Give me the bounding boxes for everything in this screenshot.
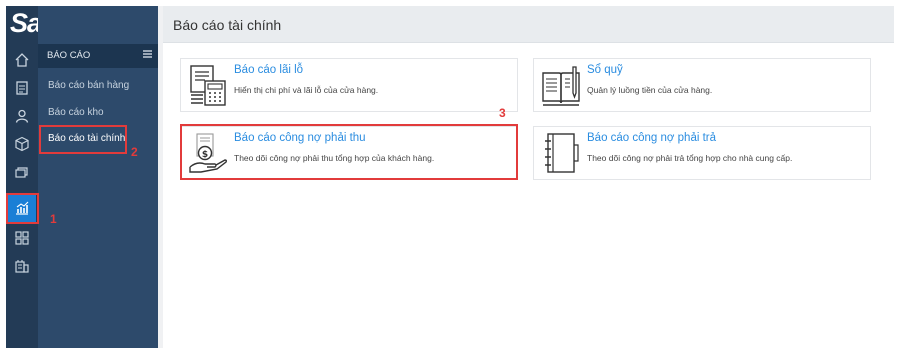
card-title[interactable]: Sổ quỹ (587, 64, 623, 76)
apps-icon[interactable] (12, 228, 32, 248)
card-title[interactable]: Báo cáo lãi lỗ (234, 64, 303, 76)
card-description: Hiển thị chi phí và lãi lỗ của cửa hàng. (234, 85, 379, 95)
app-frame: Sapo BÁO CÁO (6, 6, 894, 348)
customer-icon[interactable] (12, 106, 32, 126)
card-title[interactable]: Báo cáo công nợ phải trả (587, 132, 716, 144)
cash-book-icon (542, 66, 580, 106)
card-payable[interactable]: Báo cáo công nợ phải trả Theo dõi công n… (533, 126, 871, 180)
profit-loss-icon (190, 65, 226, 106)
sidebar-item-sales-report[interactable]: Báo cáo bán hàng (48, 80, 129, 91)
product-icon[interactable] (12, 134, 32, 154)
card-description: Quản lý luồng tiền của cửa hàng. (587, 85, 713, 95)
settings-icon[interactable] (12, 256, 32, 276)
step-number-3: 3 (499, 106, 506, 120)
highlight-report-icon (6, 193, 39, 224)
hamburger-menu-icon[interactable] (143, 50, 152, 58)
highlight-receivable-card (180, 124, 518, 180)
page-title: Báo cáo tài chính (173, 17, 282, 33)
payable-icon (545, 133, 579, 173)
report-sidebar: BÁO CÁO Báo cáo bán hàng Báo cáo kho Báo… (38, 6, 171, 348)
step-number-2: 2 (131, 145, 138, 159)
page-header: Báo cáo tài chính (163, 6, 894, 43)
highlight-financial-report (39, 125, 127, 154)
sidebar-title: BÁO CÁO (47, 50, 91, 61)
home-icon[interactable] (12, 50, 32, 70)
sidebar-item-inventory-report[interactable]: Báo cáo kho (48, 107, 104, 118)
inventory-icon[interactable] (12, 162, 32, 182)
orders-icon[interactable] (12, 78, 32, 98)
icon-rail: Sapo (6, 6, 73, 348)
sidebar-header: BÁO CÁO (38, 44, 158, 68)
card-description: Theo dõi công nợ phải trả tổng hợp cho n… (587, 153, 793, 163)
step-number-1: 1 (50, 212, 57, 226)
card-cash-book[interactable]: Sổ quỹ Quản lý luồng tiền của cửa hàng. (533, 58, 871, 112)
card-profit-loss[interactable]: Báo cáo lãi lỗ Hiển thị chi phí và lãi l… (180, 58, 518, 112)
